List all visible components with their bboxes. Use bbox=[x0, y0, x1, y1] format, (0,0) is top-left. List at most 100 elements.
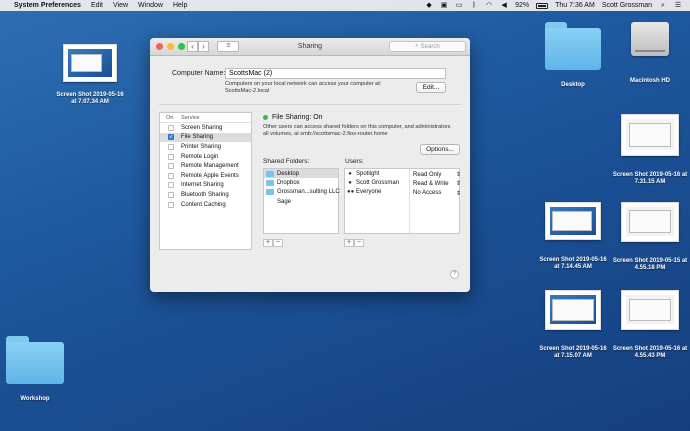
edit-button[interactable]: Edit... bbox=[416, 82, 446, 93]
menubar-user[interactable]: Scott Grossman bbox=[602, 2, 652, 9]
status-description-line2: all volumes, at smb://scottsmac-2.fios-r… bbox=[263, 131, 388, 137]
menubar-tray: ◆ ▣ ▭ ᛒ ◠ ◀ 92% Thu 7:36 AM Scott Grossm… bbox=[425, 0, 682, 11]
service-label: Screen Sharing bbox=[181, 124, 223, 131]
volume-icon[interactable]: ◀ bbox=[500, 2, 508, 9]
permission-select[interactable]: Read Only ⇕ bbox=[413, 171, 461, 179]
updown-arrows-icon: ⇕ bbox=[455, 190, 461, 197]
service-label: Remote Login bbox=[181, 153, 219, 160]
updown-arrows-icon: ⇕ bbox=[455, 172, 461, 178]
service-checkbox[interactable] bbox=[168, 153, 174, 160]
folder-icon bbox=[266, 199, 274, 205]
service-row-remote-management[interactable]: Remote Management bbox=[160, 161, 251, 171]
shared-folder-row[interactable]: Sage bbox=[264, 197, 338, 206]
permission-select[interactable]: No Access ⇕ bbox=[413, 190, 461, 197]
user-icon: ● bbox=[348, 180, 352, 187]
local-address-note-line1: Computers on your local network can acce… bbox=[225, 81, 382, 87]
service-row-screen-sharing[interactable]: Screen Sharing bbox=[160, 123, 251, 133]
wifi-icon[interactable]: ◠ bbox=[485, 2, 493, 9]
menu-edit[interactable]: Edit bbox=[91, 2, 103, 9]
screenshot-thumbnail bbox=[621, 290, 679, 330]
desktop-item-screenshot[interactable]: Screen Shot 2019-05-16 at 7.31.15 AM bbox=[612, 114, 688, 186]
service-row-content-caching[interactable]: Content Caching bbox=[160, 200, 251, 210]
add-user-button[interactable]: + bbox=[344, 239, 354, 247]
desktop-item-screenshot[interactable]: Screen Shot 2019-05-16 at 7.14.45 AM bbox=[536, 202, 610, 271]
folder-icon bbox=[266, 180, 274, 187]
shared-folders-label: Shared Folders: bbox=[263, 158, 310, 165]
service-row-remote-apple-events[interactable]: Remote Apple Events bbox=[160, 171, 251, 181]
service-checkbox[interactable] bbox=[168, 201, 174, 208]
desktop-item-label: Screen Shot 2019-05-16 at 7.14.45 AM bbox=[539, 257, 607, 270]
battery-percent[interactable]: 92% bbox=[515, 2, 529, 9]
service-row-printer-sharing[interactable]: Printer Sharing bbox=[160, 142, 251, 152]
desktop-item-macintosh-hd[interactable]: Macintosh HD bbox=[616, 18, 684, 85]
spotlight-icon[interactable]: ⌕ bbox=[659, 2, 667, 9]
remove-folder-button[interactable]: − bbox=[273, 239, 283, 247]
service-checkbox[interactable] bbox=[168, 172, 174, 179]
user-row[interactable]: ● Spotlight Read Only ⇕ bbox=[345, 169, 461, 179]
computer-name-field[interactable]: ScottsMac (2) bbox=[225, 68, 446, 79]
service-checkbox[interactable] bbox=[168, 163, 174, 170]
hard-drive-icon bbox=[631, 22, 669, 56]
service-label: Internet Sharing bbox=[181, 182, 224, 189]
shared-folder-row[interactable]: Desktop bbox=[264, 169, 338, 179]
column-on: On bbox=[166, 114, 174, 121]
options-button[interactable]: Options... bbox=[420, 144, 460, 155]
menu-view[interactable]: View bbox=[113, 2, 128, 9]
bluetooth-icon[interactable]: ᛒ bbox=[470, 2, 478, 9]
status-icon[interactable]: ▣ bbox=[440, 2, 448, 9]
screenshot-thumbnail bbox=[621, 202, 679, 242]
search-field[interactable]: ⌕ Search bbox=[389, 41, 466, 52]
service-checkbox-checked[interactable]: ✓ bbox=[168, 134, 174, 141]
menubar-clock[interactable]: Thu 7:36 AM bbox=[555, 2, 595, 9]
shared-folder-row[interactable]: Grossman...sulting LLC bbox=[264, 188, 340, 197]
desktop-item-screenshot[interactable]: Screen Shot 2019-05-16 at 4.55.43 PM bbox=[612, 290, 688, 360]
service-checkbox[interactable] bbox=[168, 191, 174, 198]
service-checkbox[interactable] bbox=[168, 143, 174, 150]
add-folder-button[interactable]: + bbox=[263, 239, 273, 247]
desktop-item-label: Desktop bbox=[561, 82, 585, 88]
help-button[interactable]: ? bbox=[450, 270, 459, 279]
service-row-bluetooth-sharing[interactable]: Bluetooth Sharing bbox=[160, 190, 251, 200]
service-label: Printer Sharing bbox=[181, 143, 222, 150]
menu-window[interactable]: Window bbox=[138, 2, 163, 9]
permission-value: Read & Write bbox=[413, 180, 449, 187]
group-icon: ●● bbox=[347, 189, 355, 196]
airplay-icon[interactable]: ▭ bbox=[455, 2, 463, 9]
service-row-file-sharing[interactable]: ✓ File Sharing bbox=[160, 132, 251, 143]
status-title: File Sharing: On bbox=[272, 114, 323, 121]
user-name: Spotlight bbox=[356, 170, 380, 177]
desktop-item-desktop-folder[interactable]: Desktop bbox=[545, 22, 601, 89]
shared-folder-row[interactable]: Dropbox bbox=[264, 178, 338, 187]
battery-icon[interactable] bbox=[536, 2, 549, 9]
shared-folders-list: Desktop Dropbox Grossman...sulting LLC S… bbox=[263, 168, 340, 234]
service-checkbox[interactable] bbox=[168, 124, 174, 131]
status-indicator bbox=[263, 115, 268, 120]
desktop-item-label: Screen Shot 2019-05-16 at 4.55.43 PM bbox=[612, 346, 688, 359]
service-row-remote-login[interactable]: Remote Login bbox=[160, 152, 251, 162]
window-titlebar[interactable]: ‹ › ⁝⁝⁝⁝ Sharing ⌕ Search bbox=[150, 38, 470, 56]
desktop-item-screenshot[interactable]: Screen Shot 2019-05-16 at 7.15.07 AM bbox=[536, 290, 610, 360]
user-row[interactable]: ●● Everyone No Access ⇕ bbox=[345, 188, 461, 197]
notification-center-icon[interactable]: ☰ bbox=[674, 2, 682, 9]
remove-user-button[interactable]: − bbox=[354, 239, 364, 247]
service-row-internet-sharing[interactable]: Internet Sharing bbox=[160, 181, 251, 191]
desktop-item-screenshot[interactable]: Screen Shot 2019-05-16 at 7.07.34 AM bbox=[55, 44, 125, 106]
desktop-item-label: Workshop bbox=[20, 396, 50, 402]
menu-app-name[interactable]: System Preferences bbox=[14, 2, 81, 9]
menu-help[interactable]: Help bbox=[173, 2, 187, 9]
service-list: On Service Screen Sharing ✓ File Sharing… bbox=[159, 112, 252, 250]
dropbox-icon[interactable]: ◆ bbox=[425, 2, 433, 9]
user-row[interactable]: ● Scott Grossman Read & Write ⇕ bbox=[345, 178, 461, 188]
service-checkbox[interactable] bbox=[168, 182, 174, 189]
service-label: File Sharing bbox=[181, 134, 214, 141]
desktop-item-workshop-folder[interactable]: Workshop bbox=[6, 336, 64, 403]
permission-select[interactable]: Read & Write ⇕ bbox=[413, 180, 461, 188]
desktop-item-label: Macintosh HD bbox=[629, 78, 670, 84]
desktop-item-label: Screen Shot 2019-05-16 at 7.31.15 AM bbox=[612, 172, 688, 185]
search-placeholder: Search bbox=[420, 43, 440, 50]
users-list: ● Spotlight Read Only ⇕ ● Scott Grossman … bbox=[344, 168, 461, 234]
desktop-item-screenshot[interactable]: Screen Shot 2019-05-15 at 4.55.18 PM bbox=[612, 202, 688, 272]
desktop-item-label: Screen Shot 2019-05-15 at 4.55.18 PM bbox=[612, 258, 688, 271]
user-icon: ● bbox=[348, 170, 352, 177]
service-label: Bluetooth Sharing bbox=[181, 191, 229, 198]
